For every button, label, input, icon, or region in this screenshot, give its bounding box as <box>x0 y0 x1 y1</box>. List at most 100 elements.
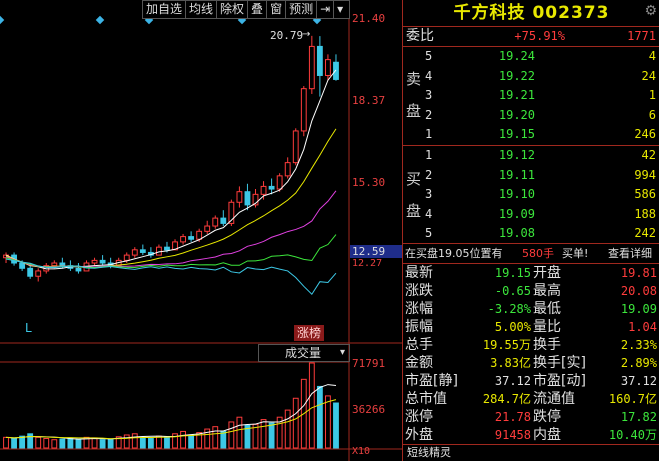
arrow-right-icon: → <box>302 29 311 40</box>
volume-bar[interactable] <box>212 426 219 449</box>
volume-bar[interactable] <box>147 438 154 449</box>
volume-bar[interactable] <box>91 437 98 449</box>
gear-icon[interactable]: ⚙ <box>644 3 657 19</box>
volume-bar[interactable] <box>67 438 74 449</box>
candle[interactable] <box>91 257 98 266</box>
limit-up-tag[interactable]: 涨榜 <box>294 325 325 341</box>
candle[interactable] <box>99 255 106 266</box>
candle[interactable] <box>75 263 82 274</box>
volume-bar[interactable] <box>308 362 315 449</box>
candle[interactable] <box>220 210 227 227</box>
volume-bar[interactable] <box>180 430 186 449</box>
candle[interactable] <box>325 54 331 81</box>
candle[interactable] <box>156 244 162 256</box>
ask-level-row[interactable]: 3 19.21 1 <box>403 86 659 105</box>
volume-bar[interactable] <box>333 402 339 449</box>
volume-bar[interactable] <box>260 419 267 449</box>
kline-chart[interactable] <box>0 0 402 461</box>
candle[interactable] <box>300 86 307 137</box>
ask-volume: 4 <box>648 49 656 63</box>
candle[interactable] <box>180 233 186 245</box>
stat-label: 最新 <box>405 265 433 281</box>
toolbar-ex-rights[interactable]: 除权 <box>217 1 249 18</box>
ask-level-row[interactable]: 2 19.20 6 <box>403 106 659 125</box>
volume-bar[interactable] <box>268 422 275 449</box>
bid-level-row[interactable]: 3 19.10 586 <box>403 185 659 204</box>
volume-bar[interactable] <box>107 438 114 449</box>
volume-bar[interactable] <box>228 421 235 449</box>
volume-bar[interactable] <box>3 436 9 449</box>
kline-chart-area[interactable]: 加自选 均线 除权 叠 窗 预测 ⇥ ▾ 21.40 18.37 15.30 1… <box>0 0 402 461</box>
volume-bar[interactable] <box>156 435 162 449</box>
stat-value: 5.00% <box>494 320 531 334</box>
candle[interactable] <box>236 186 243 208</box>
toolbar-overlay[interactable]: 叠 <box>248 1 268 18</box>
stat-value: 17.82 <box>620 410 657 424</box>
volume-bar[interactable] <box>284 409 291 449</box>
candle[interactable] <box>131 247 138 258</box>
ticker-row[interactable]: 在买盘19.05位置有 580手 买单! 查看详细 <box>403 244 659 263</box>
stat-value: 160.7亿 <box>608 392 657 406</box>
volume-bar[interactable] <box>43 438 50 449</box>
candle[interactable] <box>268 178 275 195</box>
volume-bar[interactable] <box>220 430 227 449</box>
candle[interactable] <box>35 268 42 282</box>
volume-bar[interactable] <box>139 436 146 449</box>
event-marker-icon[interactable] <box>0 15 5 25</box>
volume-bar[interactable] <box>164 436 170 449</box>
stat-value: 284.7亿 <box>482 392 531 406</box>
toolbar-forecast[interactable]: 预测 <box>286 1 318 18</box>
volume-bar[interactable] <box>11 438 17 449</box>
stat-label: 量比 <box>533 319 561 335</box>
candle[interactable] <box>308 35 315 94</box>
bid-level-row[interactable]: 4 19.09 188 <box>403 205 659 224</box>
candle[interactable] <box>212 215 219 229</box>
volume-bar[interactable] <box>51 439 58 449</box>
candle[interactable] <box>284 157 291 179</box>
volume-bar[interactable] <box>325 395 331 449</box>
candle[interactable] <box>188 231 195 242</box>
volume-bar[interactable] <box>292 397 299 449</box>
arrow-bar-right-icon[interactable]: ⇥ <box>317 1 335 18</box>
event-marker-icon[interactable] <box>95 15 105 25</box>
volume-bar[interactable] <box>35 436 42 449</box>
toolbar-ma[interactable]: 均线 <box>186 1 218 18</box>
volume-bar[interactable] <box>131 433 138 449</box>
stat-value: 37.12 <box>494 374 531 388</box>
volume-bar[interactable] <box>75 439 82 449</box>
stat-value: -3.28% <box>487 302 531 316</box>
volume-bar[interactable] <box>316 385 323 449</box>
ask-level-row[interactable]: 5 19.24 4 <box>403 47 659 66</box>
price-tick-label: 15.30 <box>352 176 386 189</box>
candle[interactable] <box>333 54 339 81</box>
bid-level-row[interactable]: 1 19.12 42 <box>403 146 659 165</box>
ticker-detail-link[interactable]: 查看详细 <box>608 244 652 263</box>
volume-bar[interactable] <box>123 434 130 449</box>
volume-bar[interactable] <box>99 439 106 449</box>
candle[interactable] <box>204 220 211 234</box>
bid-level-row[interactable]: 2 19.11 994 <box>403 166 659 185</box>
volume-indicator-select[interactable]: 成交量 ▾ <box>258 344 350 362</box>
candle[interactable] <box>147 247 154 258</box>
candle[interactable] <box>316 36 323 97</box>
stat-value: 10.40万 <box>608 428 657 442</box>
bid-level-row[interactable]: 5 19.08 242 <box>403 224 659 243</box>
candle[interactable] <box>139 244 146 256</box>
footer-tab[interactable]: 短线精灵 <box>403 444 659 461</box>
stat-value: 2.33% <box>620 338 657 352</box>
caret-down-icon[interactable]: ▾ <box>334 1 346 18</box>
toolbar-add-watchlist[interactable]: 加自选 <box>143 1 187 18</box>
ask-level: 4 <box>425 68 433 83</box>
volume-bar[interactable] <box>236 416 243 449</box>
stat-value: 21.78 <box>494 410 531 424</box>
ask-level-row[interactable]: 4 19.22 24 <box>403 67 659 86</box>
toolbar-window[interactable]: 窗 <box>267 1 287 18</box>
short-term-elf-tab[interactable]: 短线精灵 <box>407 444 451 461</box>
candle[interactable] <box>292 128 299 166</box>
volume-bar[interactable] <box>59 438 66 449</box>
candle[interactable] <box>67 260 74 271</box>
ask-level-row[interactable]: 1 19.15 246 <box>403 125 659 144</box>
volume-bar[interactable] <box>27 433 34 449</box>
volume-bar[interactable] <box>188 434 195 449</box>
candle[interactable] <box>244 183 251 211</box>
